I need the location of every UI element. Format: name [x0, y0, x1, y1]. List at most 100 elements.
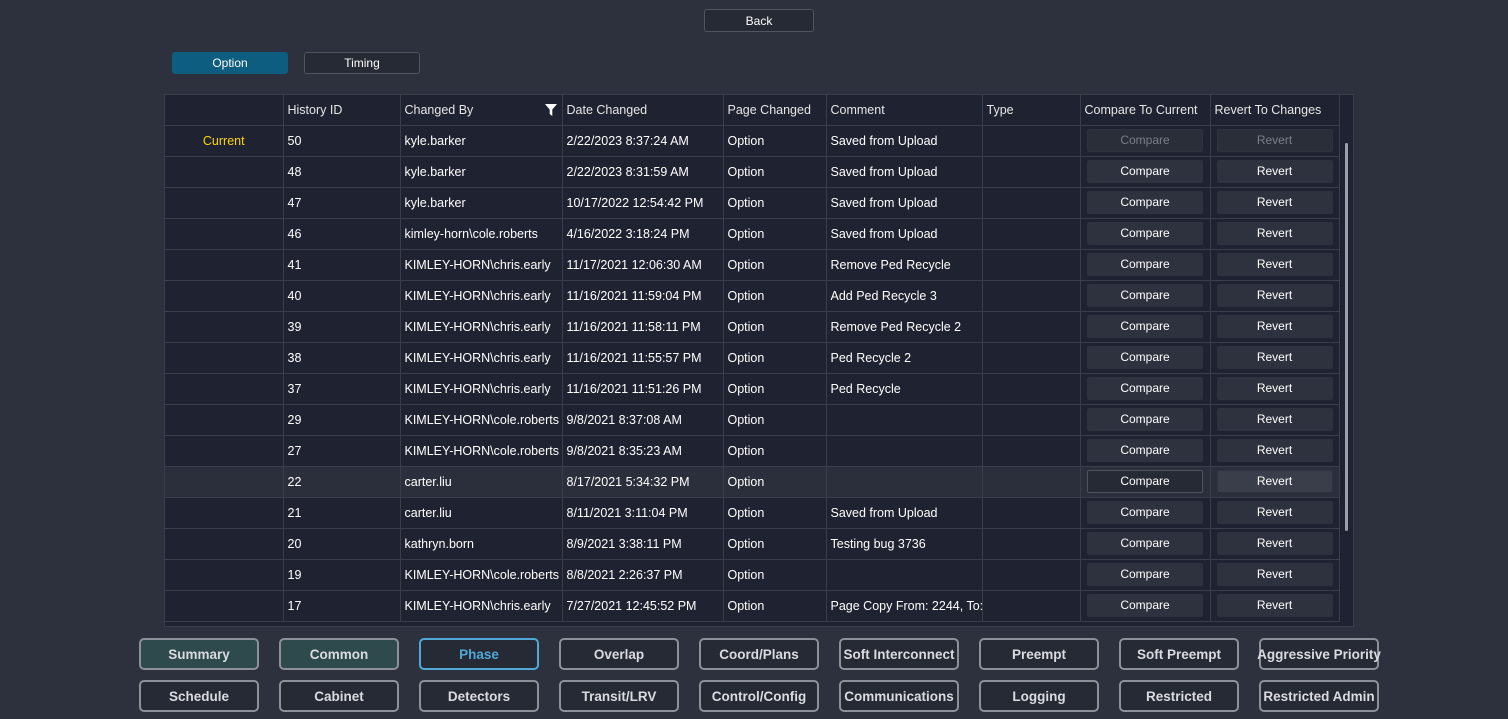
table-row[interactable]: 29 KIMLEY-HORN\cole.roberts 9/8/2021 8:37:… — [165, 404, 1340, 436]
revert-button[interactable]: Revert — [1216, 563, 1333, 586]
column-header-page-changed[interactable]: Page Changed — [723, 95, 827, 126]
nav-button-restricted-admin[interactable]: Restricted Admin — [1259, 680, 1379, 712]
table-row[interactable]: Current 50 kyle.barker 2/22/2023 8:37:24 AM… — [165, 125, 1340, 157]
column-header-revert[interactable]: Revert To Changes — [1210, 95, 1340, 126]
table-row[interactable]: 40 KIMLEY-HORN\chris.early 11/16/2021 11:5… — [165, 280, 1340, 312]
revert-button[interactable]: Revert — [1216, 594, 1333, 617]
revert-button-cell: Revert — [1210, 249, 1340, 281]
history-table: History ID Changed By Date Changed Page … — [165, 95, 1340, 622]
cell-comment: Add Ped Recycle 3 — [826, 280, 983, 312]
revert-button[interactable]: Revert — [1216, 284, 1333, 307]
compare-button[interactable]: Compare — [1087, 501, 1203, 524]
revert-button[interactable]: Revert — [1216, 346, 1333, 369]
nav-button-detectors[interactable]: Detectors — [419, 680, 539, 712]
back-button[interactable]: Back — [704, 9, 814, 32]
nav-button-transit-lrv[interactable]: Transit/LRV — [559, 680, 679, 712]
revert-button[interactable]: Revert — [1216, 253, 1333, 276]
compare-button[interactable]: Compare — [1087, 470, 1203, 493]
compare-button[interactable]: Compare — [1087, 408, 1203, 431]
table-row[interactable]: 21 carter.liu 8/11/2021 3:11:04 PM Option Sa… — [165, 497, 1340, 529]
compare-button[interactable]: Compare — [1087, 315, 1203, 338]
nav-button-phase[interactable]: Phase — [419, 638, 539, 670]
vertical-scrollbar[interactable] — [1345, 143, 1348, 531]
nav-button-control-config[interactable]: Control/Config — [699, 680, 819, 712]
column-header-compare[interactable]: Compare To Current — [1080, 95, 1211, 126]
nav-button-soft-preempt[interactable]: Soft Preempt — [1119, 638, 1239, 670]
column-header-comment[interactable]: Comment — [826, 95, 983, 126]
compare-button[interactable]: Compare — [1087, 160, 1203, 183]
revert-button[interactable]: Revert — [1216, 315, 1333, 338]
compare-button[interactable]: Compare — [1087, 377, 1203, 400]
tab-option[interactable]: Option — [172, 52, 288, 74]
compare-button[interactable]: Compare — [1087, 563, 1203, 586]
table-row[interactable]: 46 kimley-horn\cole.roberts 4/16/2022 3:18… — [165, 218, 1340, 250]
tab-timing[interactable]: Timing — [304, 52, 420, 74]
revert-button-cell: Revert — [1210, 187, 1340, 219]
nav-button-logging[interactable]: Logging — [979, 680, 1099, 712]
nav-button-coord-plans[interactable]: Coord/Plans — [699, 638, 819, 670]
current-indicator — [165, 311, 284, 343]
cell-history-id: 19 — [283, 559, 401, 591]
revert-button[interactable]: Revert — [1216, 377, 1333, 400]
revert-button-cell: Revert — [1210, 156, 1340, 188]
revert-button[interactable]: Revert — [1216, 501, 1333, 524]
cell-type — [982, 528, 1081, 560]
table-row[interactable]: 27 KIMLEY-HORN\cole.roberts 9/8/2021 8:35:… — [165, 435, 1340, 467]
cell-date-changed: 8/17/2021 5:34:32 PM — [562, 466, 724, 498]
column-header-history-id[interactable]: History ID — [283, 95, 401, 126]
nav-button-preempt[interactable]: Preempt — [979, 638, 1099, 670]
nav-button-schedule[interactable]: Schedule — [139, 680, 259, 712]
table-row[interactable]: 19 KIMLEY-HORN\cole.roberts 8/8/2021 2:26:… — [165, 559, 1340, 591]
nav-button-overlap[interactable]: Overlap — [559, 638, 679, 670]
revert-button[interactable]: Revert — [1216, 222, 1333, 245]
cell-comment — [826, 404, 983, 436]
table-row[interactable]: 20 kathryn.born 8/9/2021 3:38:11 PM Option T… — [165, 528, 1340, 560]
revert-button-cell: Revert — [1210, 466, 1340, 498]
compare-button[interactable]: Compare — [1087, 532, 1203, 555]
nav-button-aggressive-priority[interactable]: Aggressive Priority — [1257, 638, 1381, 670]
compare-button-cell: Compare — [1080, 249, 1211, 281]
cell-history-id: 29 — [283, 404, 401, 436]
column-header-changed-by[interactable]: Changed By — [400, 95, 563, 126]
cell-date-changed: 2/22/2023 8:31:59 AM — [562, 156, 724, 188]
table-row[interactable]: 47 kyle.barker 10/17/2022 12:54:42 PM Optio… — [165, 187, 1340, 219]
compare-button[interactable]: Compare — [1087, 191, 1203, 214]
table-row[interactable]: 22 carter.liu 8/17/2021 5:34:32 PM Option Co… — [165, 466, 1340, 498]
revert-button-cell: Revert — [1210, 125, 1340, 157]
cell-changed-by: KIMLEY-HORN\chris.early — [400, 373, 563, 405]
table-row[interactable]: 38 KIMLEY-HORN\chris.early 11/16/2021 11:5… — [165, 342, 1340, 374]
revert-button[interactable]: Revert — [1216, 532, 1333, 555]
compare-button[interactable]: Compare — [1087, 222, 1203, 245]
table-row[interactable]: 41 KIMLEY-HORN\chris.early 11/17/2021 12:0… — [165, 249, 1340, 281]
revert-button[interactable]: Revert — [1216, 470, 1333, 493]
compare-button[interactable]: Compare — [1087, 284, 1203, 307]
cell-date-changed: 9/8/2021 8:35:23 AM — [562, 435, 724, 467]
nav-button-summary[interactable]: Summary — [139, 638, 259, 670]
nav-button-communications[interactable]: Communications — [839, 680, 959, 712]
compare-button[interactable]: Compare — [1087, 439, 1203, 462]
cell-type — [982, 218, 1081, 250]
table-row[interactable]: 17 KIMLEY-HORN\chris.early 7/27/2021 12:45… — [165, 590, 1340, 622]
filter-icon[interactable] — [544, 104, 557, 116]
column-header-date-changed[interactable]: Date Changed — [562, 95, 724, 126]
table-row[interactable]: 48 kyle.barker 2/22/2023 8:31:59 AM Option S… — [165, 156, 1340, 188]
table-row[interactable]: 39 KIMLEY-HORN\chris.early 11/16/2021 11:5… — [165, 311, 1340, 343]
compare-button[interactable]: Compare — [1087, 594, 1203, 617]
revert-button[interactable]: Revert — [1216, 439, 1333, 462]
compare-button[interactable]: Compare — [1087, 253, 1203, 276]
compare-button[interactable]: Compare — [1087, 346, 1203, 369]
cell-changed-by: kyle.barker — [400, 187, 563, 219]
column-header-type[interactable]: Type — [982, 95, 1081, 126]
revert-button[interactable]: Revert — [1216, 160, 1333, 183]
compare-button-cell: Compare — [1080, 559, 1211, 591]
nav-button-soft-interconnect[interactable]: Soft Interconnect — [839, 638, 959, 670]
revert-button-cell: Revert — [1210, 311, 1340, 343]
revert-button[interactable]: Revert — [1216, 408, 1333, 431]
nav-button-cabinet[interactable]: Cabinet — [279, 680, 399, 712]
compare-button-cell: Compare — [1080, 590, 1211, 622]
nav-button-restricted[interactable]: Restricted — [1119, 680, 1239, 712]
table-row[interactable]: 37 KIMLEY-HORN\chris.early 11/16/2021 11:5… — [165, 373, 1340, 405]
revert-button[interactable]: Revert — [1216, 191, 1333, 214]
nav-button-common[interactable]: Common — [279, 638, 399, 670]
cell-comment: Testing bug 3736 — [826, 528, 983, 560]
